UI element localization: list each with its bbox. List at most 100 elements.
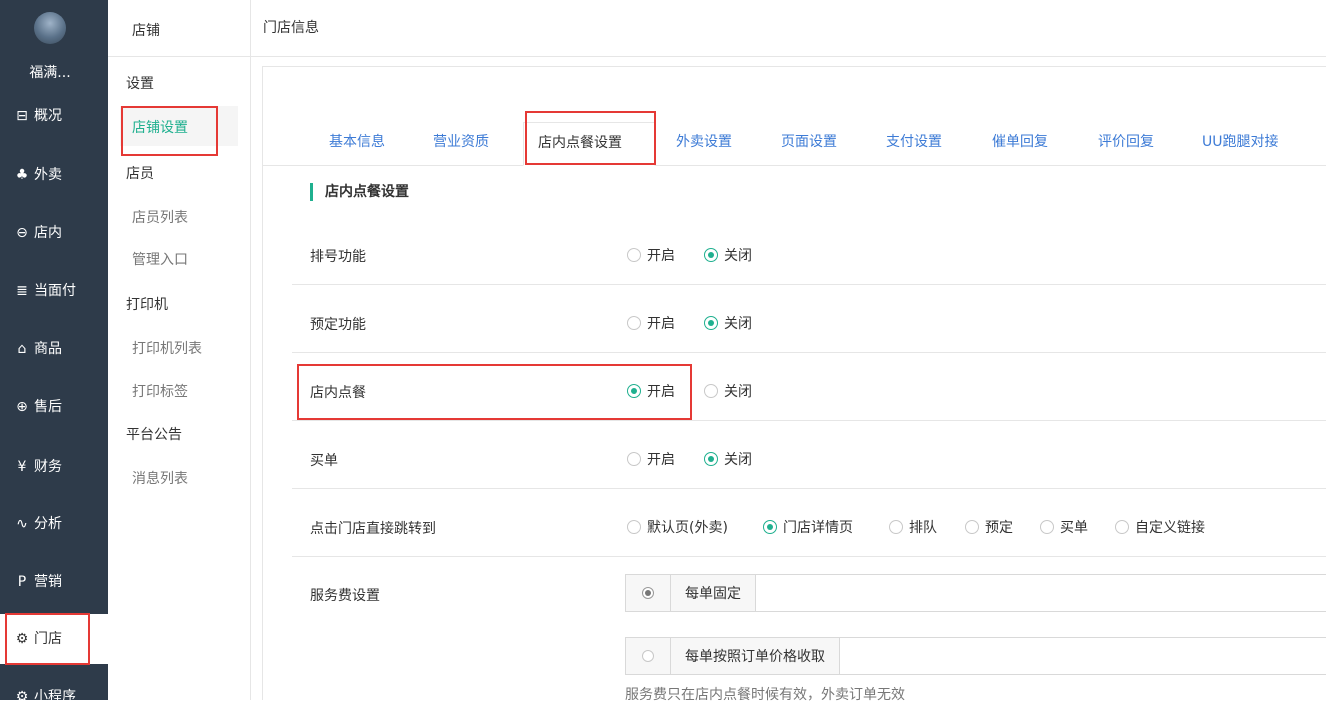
radio-label: 关闭 [724, 384, 752, 400]
nav-item-label: 概况 [34, 108, 62, 124]
radio-label: 开启 [647, 316, 675, 332]
radio-label: 排队 [909, 520, 937, 536]
row-label-reserve: 预定功能 [310, 317, 366, 333]
finance-icon: ¥ [17, 459, 27, 475]
row-label-queue: 排号功能 [310, 249, 366, 265]
queue-radio-on[interactable]: 开启 [627, 245, 675, 265]
jump-radio-queue[interactable]: 排队 [889, 517, 937, 537]
jump-radio-store-detail[interactable]: 门店详情页 [763, 517, 853, 537]
jump-radio-reserve[interactable]: 预定 [965, 517, 1013, 537]
radio-circle-icon [889, 520, 903, 534]
subnav-item-message-list[interactable]: 消息列表 [132, 468, 188, 488]
radio-label: 关闭 [724, 248, 752, 264]
input-addon: 每单固定 [626, 575, 756, 611]
nav-item-overview[interactable]: ⊟ 概况 [14, 101, 62, 131]
service-fee-fixed-label: 每单固定 [685, 586, 741, 602]
analysis-icon: ∿ [16, 516, 28, 532]
nav-item-face-pay[interactable]: ≣ 当面付 [14, 276, 76, 306]
nav-item-label: 店内 [34, 225, 62, 241]
dine-in-icon: ⊖ [16, 225, 28, 241]
radio-label: 自定义链接 [1135, 520, 1205, 536]
tab-bar: 基本信息 营业资质 外卖设置 页面设置 支付设置 催单回复 评价回复 UU跑腿对… [262, 123, 1326, 166]
secondary-sidebar: 店铺 设置 店铺设置 店员 店员列表 管理入口 打印机 打印机列表 打印标签 平… [108, 0, 251, 700]
radio-circle-icon [627, 316, 641, 330]
nav-item-marketing[interactable]: P 营销 [14, 567, 62, 597]
divider [292, 420, 1326, 421]
nav-item-label: 小程序 [34, 689, 76, 705]
divider [292, 556, 1326, 557]
section-title: 店内点餐设置 [310, 183, 409, 201]
tab-page-settings[interactable]: 页面设置 [781, 131, 837, 151]
subnav-item-admin-entry[interactable]: 管理入口 [132, 249, 188, 269]
reserve-radio-on[interactable]: 开启 [627, 313, 675, 333]
nav-item-goods[interactable]: ⌂ 商品 [14, 334, 62, 364]
tab-uu-courier[interactable]: UU跑腿对接 [1202, 131, 1279, 151]
divider [292, 488, 1326, 489]
nav-item-dine-in[interactable]: ⊖ 店内 [14, 218, 62, 248]
pay-bill-radio-on[interactable]: 开启 [627, 449, 675, 469]
subnav-item-staff-list[interactable]: 店员列表 [132, 207, 188, 227]
nav-item-takeout[interactable]: ♣ 外卖 [14, 160, 62, 190]
divider [108, 56, 250, 57]
radio-label: 买单 [1060, 520, 1088, 536]
nav-item-miniapp[interactable]: ⚙ 小程序 [14, 682, 76, 712]
radio-circle-icon [704, 316, 718, 330]
nav-item-label: 外卖 [34, 167, 62, 183]
page-header: 门店信息 [251, 0, 1326, 57]
jump-radio-custom-link[interactable]: 自定义链接 [1115, 517, 1205, 537]
radio-circle-icon [1115, 520, 1129, 534]
highlight-box [121, 106, 218, 156]
nav-item-label: 商品 [34, 341, 62, 357]
subnav-group-settings: 设置 [126, 76, 154, 92]
tab-takeout-settings[interactable]: 外卖设置 [676, 131, 732, 151]
radio-label: 预定 [985, 520, 1013, 536]
radio-label: 开启 [647, 248, 675, 264]
service-fee-fixed-radio[interactable] [626, 575, 671, 611]
radio-label: 关闭 [724, 316, 752, 332]
miniapp-gear-icon: ⚙ [15, 689, 29, 705]
row-label-pay-bill: 买单 [310, 453, 338, 469]
radio-label: 默认页(外卖) [647, 520, 728, 536]
divider [292, 352, 1326, 353]
radio-label: 关闭 [724, 452, 752, 468]
radio-label: 开启 [647, 452, 675, 468]
nav-item-label: 售后 [34, 399, 62, 415]
nav-item-after-sale[interactable]: ⊕ 售后 [14, 392, 62, 422]
highlight-box [5, 613, 90, 665]
reserve-radio-off[interactable]: 关闭 [704, 313, 752, 333]
subnav-item-print-label[interactable]: 打印标签 [132, 381, 188, 401]
after-sale-icon: ⊕ [16, 399, 28, 415]
row-label-service-fee: 服务费设置 [310, 588, 380, 604]
nav-item-finance[interactable]: ¥ 财务 [14, 452, 62, 482]
radio-circle-icon [763, 520, 777, 534]
service-fee-by-price-radio[interactable] [626, 638, 671, 674]
jump-radio-default[interactable]: 默认页(外卖) [627, 517, 728, 537]
jump-radio-pay-bill[interactable]: 买单 [1040, 517, 1088, 537]
service-fee-by-price-label: 每单按照订单价格收取 [685, 649, 825, 665]
takeout-icon: ♣ [15, 167, 29, 183]
service-fee-fixed-input[interactable] [756, 575, 1326, 611]
divider [292, 284, 1326, 285]
tab-review-reply[interactable]: 评价回复 [1098, 131, 1154, 151]
goods-icon: ⌂ [17, 341, 27, 357]
tab-payment-settings[interactable]: 支付设置 [886, 131, 942, 151]
service-fee-fixed-group: 每单固定 [625, 574, 1326, 612]
nav-item-analysis[interactable]: ∿ 分析 [14, 509, 62, 539]
tab-license[interactable]: 营业资质 [433, 131, 489, 151]
dine-in-radio-off[interactable]: 关闭 [704, 381, 752, 401]
nav-item-label: 分析 [34, 516, 62, 532]
page-title: 门店信息 [263, 20, 319, 36]
pay-bill-radio-off[interactable]: 关闭 [704, 449, 752, 469]
radio-circle-icon [704, 248, 718, 262]
service-fee-by-price-input[interactable] [840, 638, 1326, 674]
subnav-item-printer-list[interactable]: 打印机列表 [132, 338, 202, 358]
subnav-group-staff: 店员 [126, 166, 154, 182]
tab-basic-info[interactable]: 基本信息 [329, 131, 385, 151]
store-avatar[interactable] [34, 12, 66, 44]
overview-icon: ⊟ [16, 108, 28, 124]
tab-reminder-reply[interactable]: 催单回复 [992, 131, 1048, 151]
radio-circle-icon [627, 520, 641, 534]
nav-item-label: 营销 [34, 574, 62, 590]
queue-radio-off[interactable]: 关闭 [704, 245, 752, 265]
subnav-title: 店铺 [132, 23, 160, 39]
